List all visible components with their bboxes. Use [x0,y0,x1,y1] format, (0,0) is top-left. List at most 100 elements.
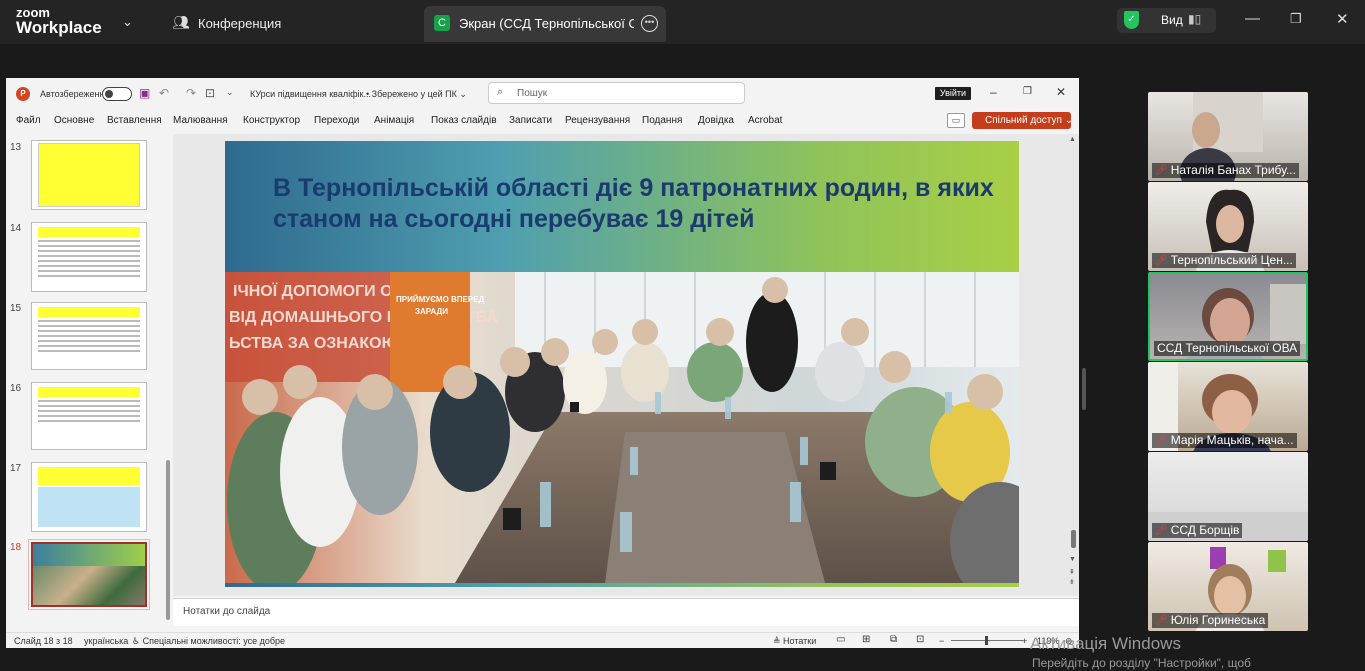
participant-tile[interactable]: 🎤︎ Марія Мацьків, нача... [1148,362,1308,451]
next-slide-icon[interactable]: ⇟ [1069,578,1075,586]
slide-title: В Тернопільській області діє 9 патронатн… [273,174,994,233]
scroll-thumb[interactable] [1071,530,1076,548]
file-title: КУрси підвищення кваліфік... [250,89,371,99]
notes-toggle[interactable]: ≜ Нотатки [773,636,816,647]
participant-name: 🎤︎ Марія Мацьків, нача... [1152,433,1297,448]
tab-view[interactable]: Подання [642,115,682,126]
redo-icon[interactable]: ↷ [186,86,196,100]
participant-tile[interactable]: 🎤︎ Юлія Горинеська [1148,542,1308,631]
thumb-number: 14 [10,223,22,234]
slide-thumbnail-pane: 13 14 15 16 17 18 [6,134,171,633]
tab-draw[interactable]: Малювання [173,115,228,126]
thumb-number: 13 [10,142,22,153]
close-icon[interactable]: ✕ [1336,10,1349,28]
scroll-down-icon[interactable]: ▼ [1069,556,1076,563]
participant-name: 🎤︎ Наталія Банах Трибу... [1152,163,1299,178]
comment-icon[interactable]: ▭ [947,113,965,128]
login-button[interactable]: Увійти [935,87,971,100]
restore-icon[interactable]: ❐ [1023,86,1032,97]
tab-help[interactable]: Довідка [698,115,734,126]
prev-slide-icon[interactable]: ⇞ [1069,568,1075,576]
thumb-number: 16 [10,383,22,394]
sorter-view-icon[interactable]: ⊞ [862,634,870,645]
participant-name-text: ССД Борщів [1170,523,1240,537]
tab-acrobat[interactable]: Acrobat [748,115,782,126]
search-input[interactable]: ⌕ Пошук [488,82,745,104]
present-icon[interactable]: ⊡ [205,86,215,100]
tab-record[interactable]: Записати [509,115,552,126]
tab-animations[interactable]: Анімація [374,115,414,126]
scroll-up-icon[interactable]: ▲ [1069,136,1076,143]
participant-tile[interactable]: 🎤︎ Наталія Банах Трибу... [1148,92,1308,181]
participant-tile[interactable]: 🎤︎ Тернопільський Цен... [1148,182,1308,271]
reading-view-icon[interactable]: ⧉ [890,634,897,645]
mic-muted-icon: 🎤︎ [1155,255,1168,266]
panel-resize-handle[interactable] [1082,368,1086,410]
slide-scrollbar[interactable]: ▲ ▼ ⇞ ⇟ [1069,136,1079,588]
restore-icon[interactable]: ❐ [1290,11,1302,27]
participant-name-text: Тернопільський Цен... [1170,253,1293,267]
search-icon: ⌕ [497,86,504,98]
customize-icon[interactable]: ⌄ [226,87,234,98]
meeting-tab-label[interactable]: Конференция [198,16,281,31]
mic-muted-icon: 🎤︎ [1155,435,1168,446]
slide-thumbnail-18[interactable] [28,539,150,610]
zoom-logo: zoom Workplace [16,6,102,37]
zoom-out-icon[interactable]: − [939,636,944,646]
participant-tile[interactable]: 🎤︎ ССД Борщів [1148,452,1308,541]
thumbnail-scrollbar[interactable] [165,138,171,628]
group-photo-image: ІЧНОЇ ДОПОМОГИ ОСОБАМ, ВІД ДОМАШНЬОГО НА… [225,272,1019,583]
tab-file[interactable]: Файл [16,115,41,126]
tab-review[interactable]: Рецензування [565,115,630,126]
more-icon[interactable]: ••• [641,15,658,32]
normal-view-icon[interactable]: ▭ [836,634,845,645]
chevron-down-icon[interactable]: ⌄ [122,14,133,30]
current-slide[interactable]: В Тернопільській області діє 9 патронатн… [225,141,1019,587]
slide-photo: ІЧНОЇ ДОПОМОГИ ОСОБАМ, ВІД ДОМАШНЬОГО НА… [225,272,1019,583]
slide-thumbnail-16[interactable] [31,382,147,450]
minimize-icon[interactable]: – [990,85,997,99]
zoom-slider-thumb[interactable] [985,636,988,645]
powerpoint-logo-icon: P [16,87,30,101]
status-accessibility[interactable]: ♿︎ Спеціальні можливості: усе добре [132,636,285,647]
shield-icon[interactable]: ✓ [1124,11,1139,29]
screen-share-tab-label[interactable]: Экран (ССД Тернопільської ОВА [459,16,634,31]
zoom-logo-bottom: Workplace [16,18,102,37]
saved-status[interactable]: • Збережено у цей ПК ⌄ [366,89,467,100]
thumb-number: 17 [10,463,22,474]
slide-thumbnail-13[interactable] [31,140,147,210]
participant-name-text: Марія Мацьків, нача... [1170,433,1294,447]
participant-name: 🎤︎ Тернопільський Цен... [1152,253,1296,268]
slide-thumbnail-15[interactable] [31,302,147,370]
participant-tile-active-speaker[interactable]: ССД Тернопільської ОВА [1148,272,1308,361]
close-icon[interactable]: ✕ [1056,85,1066,99]
status-accessibility-text: Спеціальні можливості: усе добре [142,636,286,646]
slideshow-view-icon[interactable]: ⊡ [916,634,924,645]
tab-design[interactable]: Конструктор [243,115,300,126]
status-language[interactable]: українська [84,636,128,646]
ribbon-tabs: Файл Основне Вставлення Малювання Констр… [6,110,1079,132]
tab-transitions[interactable]: Переходи [314,115,359,126]
status-bar: Слайд 18 з 18 українська ♿︎ Спеціальні м… [6,632,1079,648]
saved-status-text: Збережено у цей ПК [371,89,457,99]
grid-icon[interactable]: ▮▯ [1188,12,1201,26]
view-label[interactable]: Вид [1161,13,1183,27]
notes-placeholder: Нотатки до слайда [183,606,271,617]
slide-thumbnail-14[interactable] [31,222,147,292]
participant-name: ССД Тернопільської ОВА [1154,341,1301,356]
tab-insert[interactable]: Вставлення [107,115,162,126]
undo-icon[interactable]: ↶ [159,86,169,100]
tab-home[interactable]: Основне [54,115,94,126]
save-icon[interactable]: ▣ [139,86,150,100]
participant-name-text: ССД Тернопільської ОВА [1157,341,1298,355]
share-access-button[interactable]: Спільний доступ ⌄ [972,112,1073,129]
zoom-in-icon[interactable]: + [1022,636,1027,646]
slide-thumbnail-17[interactable] [31,462,147,532]
notes-toggle-label: Нотатки [783,636,817,646]
participant-name: 🎤︎ Юлія Горинеська [1152,613,1269,628]
tab-slideshow[interactable]: Показ слайдів [431,115,497,126]
minimize-icon[interactable]: — [1245,10,1260,27]
autosave-toggle[interactable] [102,87,132,101]
notes-pane[interactable]: Нотатки до слайда [173,598,1079,626]
share-access-label: Спільний доступ [985,115,1062,126]
